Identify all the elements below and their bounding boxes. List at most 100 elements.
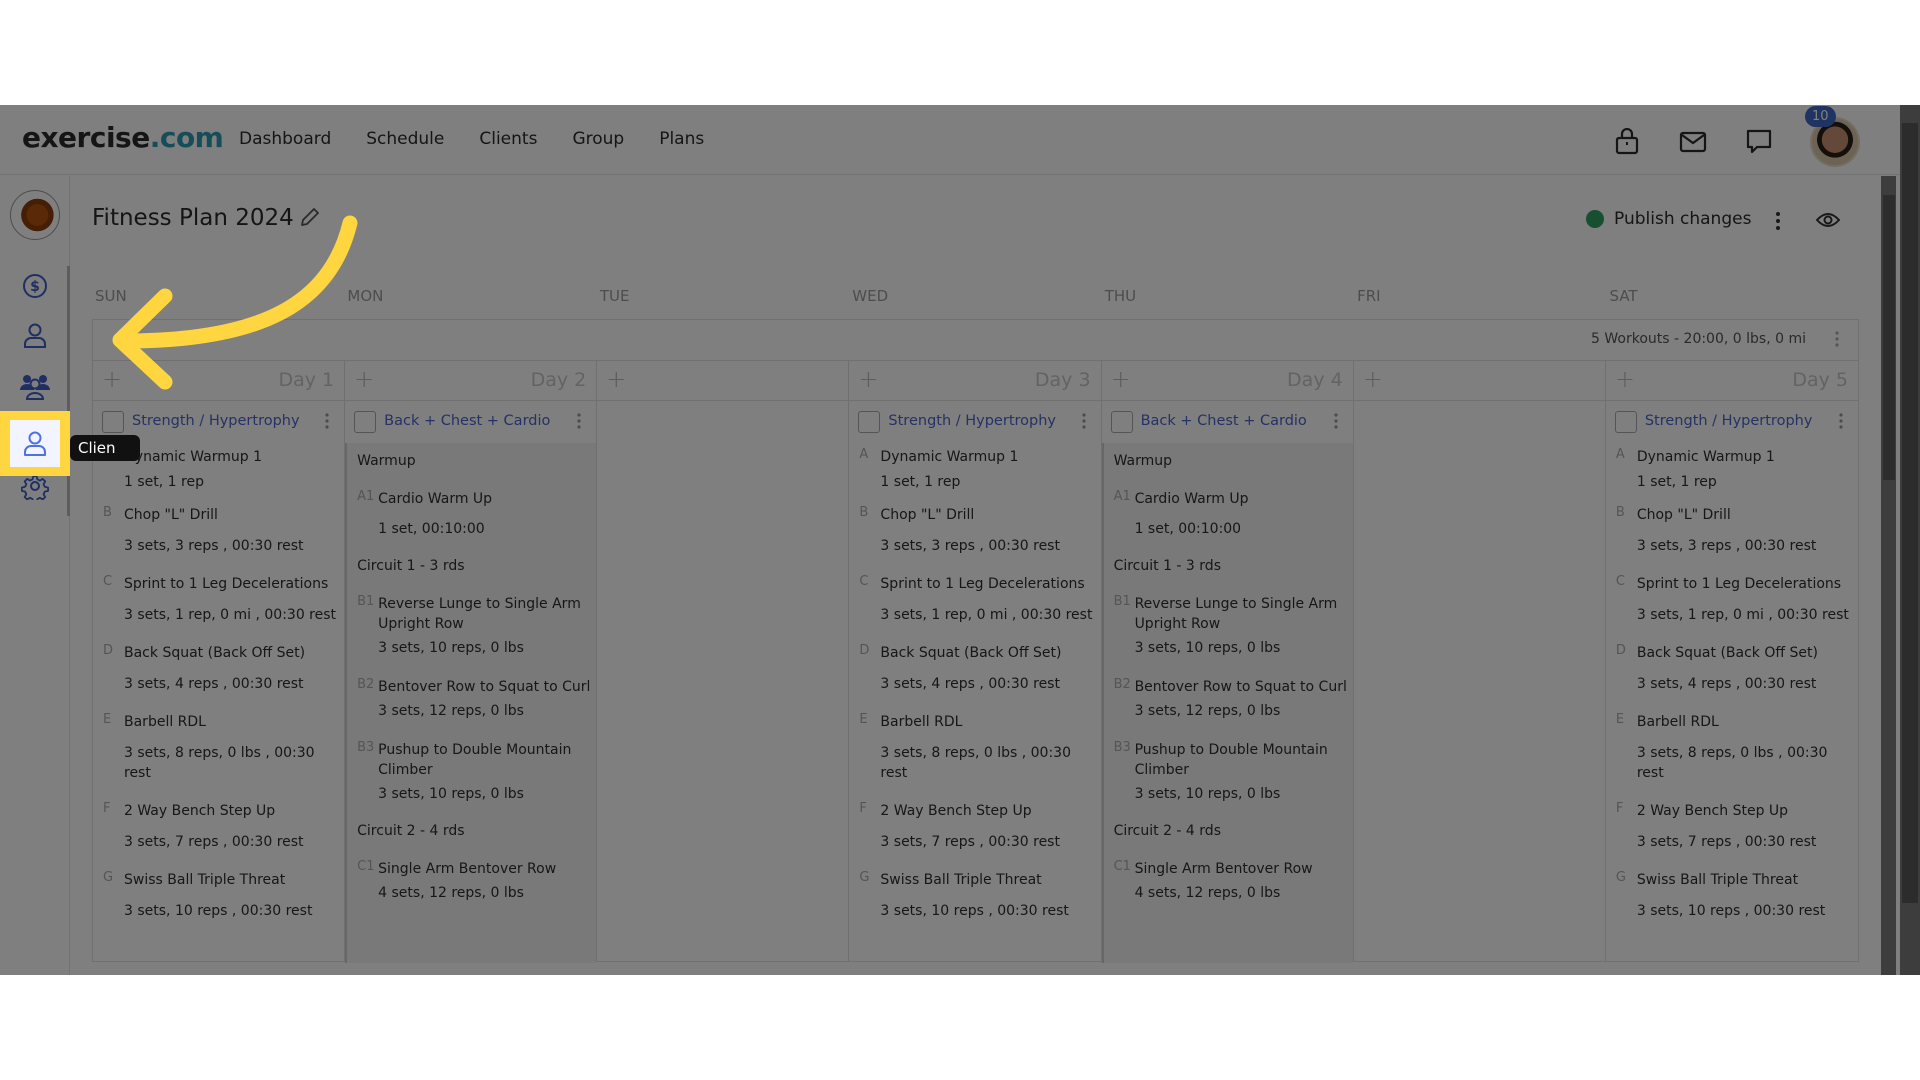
exercise-name: Single Arm Bentover Row bbox=[378, 861, 557, 877]
nav-schedule[interactable]: Schedule bbox=[366, 129, 444, 149]
exercise-detail: 3 sets, 10 reps, 0 lbs bbox=[378, 640, 524, 656]
exercise-item[interactable]: G Swiss Ball Triple Threat 3 sets, 10 reps… bbox=[1606, 870, 1858, 921]
workout-title[interactable]: Strength / Hypertrophy bbox=[132, 413, 300, 429]
shopping-bag-icon[interactable] bbox=[1612, 127, 1642, 157]
exercise-item[interactable]: F 2 Way Bench Step Up 3 sets, 7 reps , 00:… bbox=[849, 801, 1100, 852]
exercise-item[interactable]: B3 Pushup to Double Mountain Climber 3 set… bbox=[1104, 740, 1353, 804]
content-scrollbar-thumb[interactable] bbox=[1883, 195, 1895, 480]
exercise-item[interactable]: C1 Single Arm Bentover Row 4 sets, 12 reps… bbox=[347, 859, 596, 903]
eye-icon[interactable] bbox=[1815, 211, 1841, 233]
exercise-letter: D bbox=[859, 643, 870, 658]
day-label: Day 4 bbox=[1287, 369, 1343, 391]
add-workout-button[interactable]: + bbox=[354, 365, 374, 393]
exercise-detail: 1 set, 1 rep bbox=[880, 474, 961, 490]
exercise-letter: C bbox=[103, 574, 113, 589]
exercise-detail: 3 sets, 7 reps , 00:30 rest bbox=[124, 834, 304, 850]
workout-options-icon[interactable] bbox=[1838, 412, 1844, 434]
workout-options-icon[interactable] bbox=[1333, 412, 1339, 434]
exercise-item[interactable]: A1 Cardio Warm Up 1 set, 00:10:00 bbox=[347, 489, 596, 539]
workout-checkbox[interactable] bbox=[858, 411, 881, 433]
workout-checkbox[interactable] bbox=[1110, 411, 1133, 433]
exercise-item[interactable]: G Swiss Ball Triple Threat 3 sets, 10 reps… bbox=[849, 870, 1100, 921]
workout-body: ADynamic Warmup 11 set, 1 repBChop "L" D… bbox=[93, 443, 344, 921]
brand-avatar[interactable] bbox=[10, 190, 60, 240]
exercise-letter: B2 bbox=[1113, 677, 1131, 692]
circuit-label: Circuit 1 - 3 rds bbox=[1113, 558, 1221, 574]
exercise-letter: A bbox=[1615, 447, 1625, 462]
exercise-name: Bentover Row to Squat to Curl bbox=[378, 679, 591, 695]
exercise-item[interactable]: G Swiss Ball Triple Threat 3 sets, 10 reps… bbox=[93, 870, 344, 921]
workout-checkbox[interactable] bbox=[1614, 411, 1637, 433]
exercise-item[interactable]: C Sprint to 1 Leg Decelerations 3 sets, 1 … bbox=[93, 574, 344, 625]
day-headers: SUN MON TUE WED THU FRI SAT bbox=[92, 284, 1859, 319]
exercise-item[interactable]: B1 Reverse Lunge to Single Arm Upright Ro… bbox=[347, 594, 596, 658]
page-scrollbar-thumb[interactable] bbox=[1902, 123, 1918, 903]
users-icon[interactable] bbox=[18, 369, 52, 403]
add-workout-button[interactable]: + bbox=[1363, 365, 1383, 393]
exercise-item[interactable]: C Sprint to 1 Leg Decelerations 3 sets, 1 … bbox=[849, 574, 1100, 625]
exercise-item[interactable]: E Barbell RDL 3 sets, 8 reps, 0 lbs , 00:3… bbox=[1606, 712, 1858, 783]
exercise-item[interactable]: D Back Squat (Back Off Set) 3 sets, 4 reps… bbox=[93, 643, 344, 694]
workout-options-icon[interactable] bbox=[324, 412, 330, 434]
nav-plans[interactable]: Plans bbox=[659, 129, 704, 149]
exercise-item[interactable]: A1 Cardio Warm Up 1 set, 00:10:00 bbox=[1104, 489, 1353, 539]
exercise-item[interactable]: B1 Reverse Lunge to Single Arm Upright Ro… bbox=[1104, 594, 1353, 658]
workout-title[interactable]: Back + Chest + Cardio bbox=[1141, 413, 1307, 429]
dollar-icon[interactable]: $ bbox=[18, 269, 52, 303]
exercise-item[interactable]: E Barbell RDL 3 sets, 8 reps, 0 lbs , 00:3… bbox=[93, 712, 344, 783]
exercise-detail: 3 sets, 10 reps , 00:30 rest bbox=[1636, 903, 1826, 919]
mail-icon[interactable] bbox=[1678, 127, 1708, 157]
exercise-item[interactable]: B2 Bentover Row to Squat to Curl 3 sets, 1… bbox=[347, 677, 596, 721]
exercise-name: Chop "L" Drill bbox=[124, 507, 218, 523]
logo-suffix: .com bbox=[149, 121, 224, 154]
workout-title[interactable]: Strength / Hypertrophy bbox=[1645, 413, 1813, 429]
exercise-item[interactable]: B Chop "L" Drill 3 sets, 3 reps , 00:30 re… bbox=[849, 505, 1100, 556]
publish-label: Publish changes bbox=[1614, 209, 1752, 229]
day-column-header: + Day 4 bbox=[1101, 361, 1353, 401]
exercise-item[interactable]: E Barbell RDL 3 sets, 8 reps, 0 lbs , 00:3… bbox=[849, 712, 1100, 783]
more-options-icon[interactable] bbox=[1774, 210, 1782, 236]
exercise-name: Swiss Ball Triple Threat bbox=[1636, 872, 1799, 888]
workout-checkbox[interactable] bbox=[354, 411, 377, 433]
exercise-letter: A1 bbox=[357, 489, 375, 504]
sidebar-divider bbox=[67, 266, 70, 516]
exercise-item[interactable]: D Back Squat (Back Off Set) 3 sets, 4 reps… bbox=[849, 643, 1100, 694]
exercise-letter: D bbox=[103, 643, 114, 658]
sidebar-item-clients[interactable] bbox=[10, 420, 60, 467]
nav-dashboard[interactable]: Dashboard bbox=[239, 129, 331, 149]
exercise-name: 2 Way Bench Step Up bbox=[880, 803, 1032, 819]
workout-title[interactable]: Strength / Hypertrophy bbox=[888, 413, 1056, 429]
exercise-item[interactable]: B3 Pushup to Double Mountain Climber 3 set… bbox=[347, 740, 596, 804]
exercise-item[interactable]: C1 Single Arm Bentover Row 4 sets, 12 reps… bbox=[1104, 859, 1353, 903]
add-workout-button[interactable]: + bbox=[1111, 365, 1131, 393]
exercise-item[interactable]: D Back Squat (Back Off Set) 3 sets, 4 reps… bbox=[1606, 643, 1858, 694]
exercise-item[interactable]: F 2 Way Bench Step Up 3 sets, 7 reps , 00:… bbox=[93, 801, 344, 852]
day-header-mon: MON bbox=[347, 287, 384, 305]
exercise-detail: 3 sets, 10 reps , 00:30 rest bbox=[880, 903, 1069, 919]
pencil-icon[interactable] bbox=[299, 206, 321, 232]
exercise-name: Back Squat (Back Off Set) bbox=[880, 645, 1062, 661]
exercise-item[interactable]: A Dynamic Warmup 1 1 set, 1 rep bbox=[849, 447, 1100, 492]
nav-clients[interactable]: Clients bbox=[479, 129, 537, 149]
add-workout-button[interactable]: + bbox=[606, 365, 626, 393]
add-workout-button[interactable]: + bbox=[1615, 365, 1635, 393]
exercise-item[interactable]: F 2 Way Bench Step Up 3 sets, 7 reps , 00:… bbox=[1606, 801, 1858, 852]
add-workout-button[interactable]: + bbox=[102, 365, 122, 393]
chat-icon[interactable] bbox=[1744, 127, 1774, 157]
workout-checkbox[interactable] bbox=[102, 411, 124, 433]
user-icon[interactable] bbox=[18, 319, 52, 353]
exercise-item[interactable]: B Chop "L" Drill 3 sets, 3 reps , 00:30 re… bbox=[93, 505, 344, 556]
publish-changes-button[interactable]: Publish changes bbox=[1586, 209, 1751, 229]
exercise-item[interactable]: C Sprint to 1 Leg Decelerations 3 sets, 1 … bbox=[1606, 574, 1858, 625]
exercise-item[interactable]: A Dynamic Warmup 1 1 set, 1 rep bbox=[1606, 447, 1858, 492]
workout-title[interactable]: Back + Chest + Cardio bbox=[384, 413, 550, 429]
exercise-item[interactable]: B2 Bentover Row to Squat to Curl 3 sets, 1… bbox=[1104, 677, 1353, 721]
week-options-icon[interactable] bbox=[1834, 330, 1840, 352]
logo[interactable]: exercise.com bbox=[22, 121, 224, 154]
add-workout-button[interactable]: + bbox=[858, 365, 878, 393]
workout-options-icon[interactable] bbox=[576, 412, 582, 434]
workout-options-icon[interactable] bbox=[1081, 412, 1087, 434]
clients-tooltip: Clien bbox=[70, 435, 140, 461]
nav-group[interactable]: Group bbox=[572, 129, 624, 149]
exercise-item[interactable]: B Chop "L" Drill 3 sets, 3 reps , 00:30 re… bbox=[1606, 505, 1858, 556]
